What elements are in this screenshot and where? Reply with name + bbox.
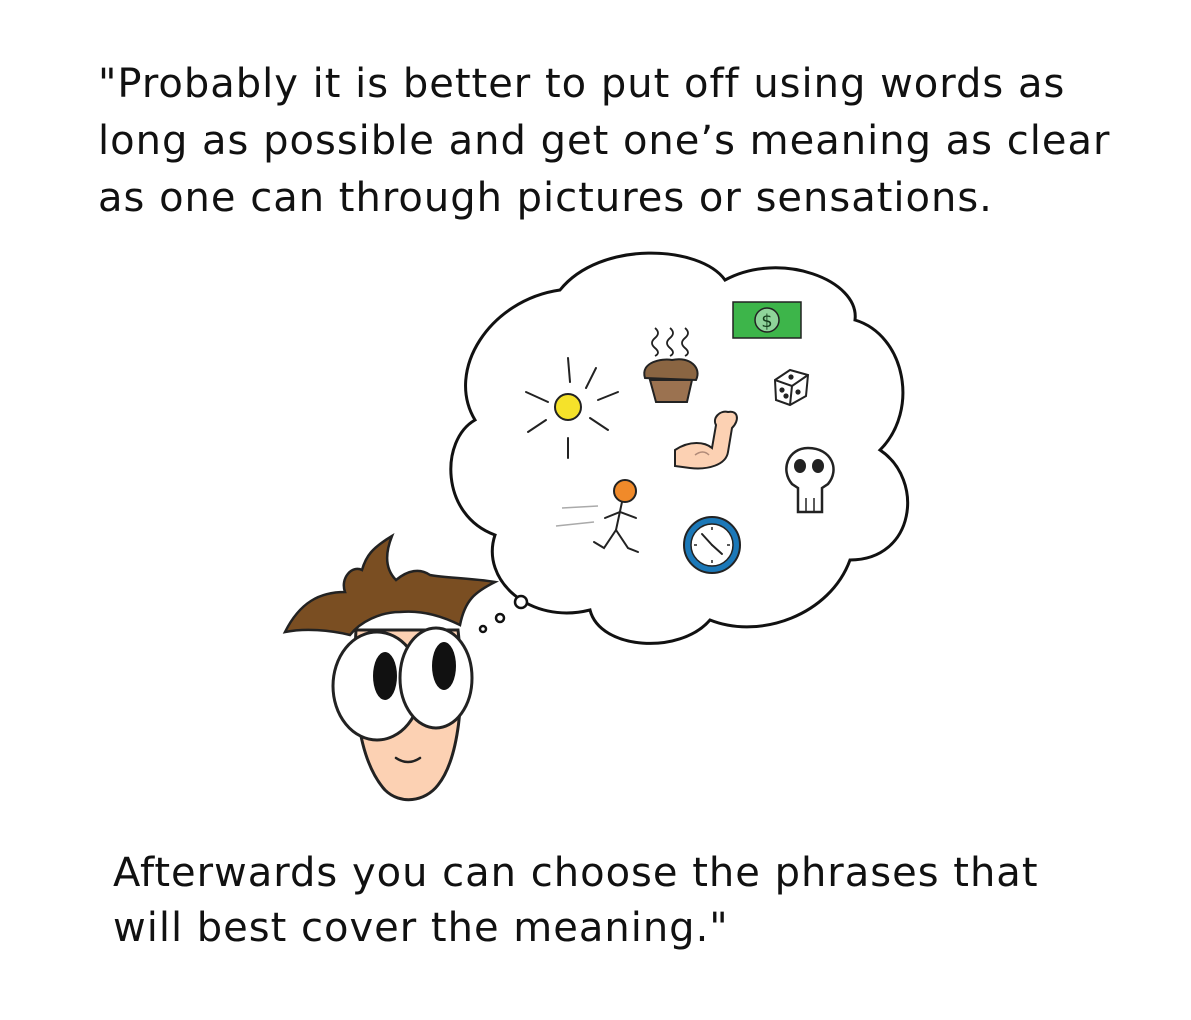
money-icon: $ (732, 301, 802, 339)
person-head (282, 533, 500, 802)
quote-line: will best cover the meaning." (113, 905, 729, 951)
thought-bubbles (478, 594, 529, 634)
right-eye (398, 626, 474, 730)
clock-icon (683, 516, 741, 574)
quote-line: Afterwards you can choose the phrases th… (113, 850, 1039, 896)
quote-bottom-text: Afterwards you can choose the phrases th… (113, 846, 1039, 956)
money-symbol: $ (761, 311, 772, 332)
hair (282, 533, 500, 637)
